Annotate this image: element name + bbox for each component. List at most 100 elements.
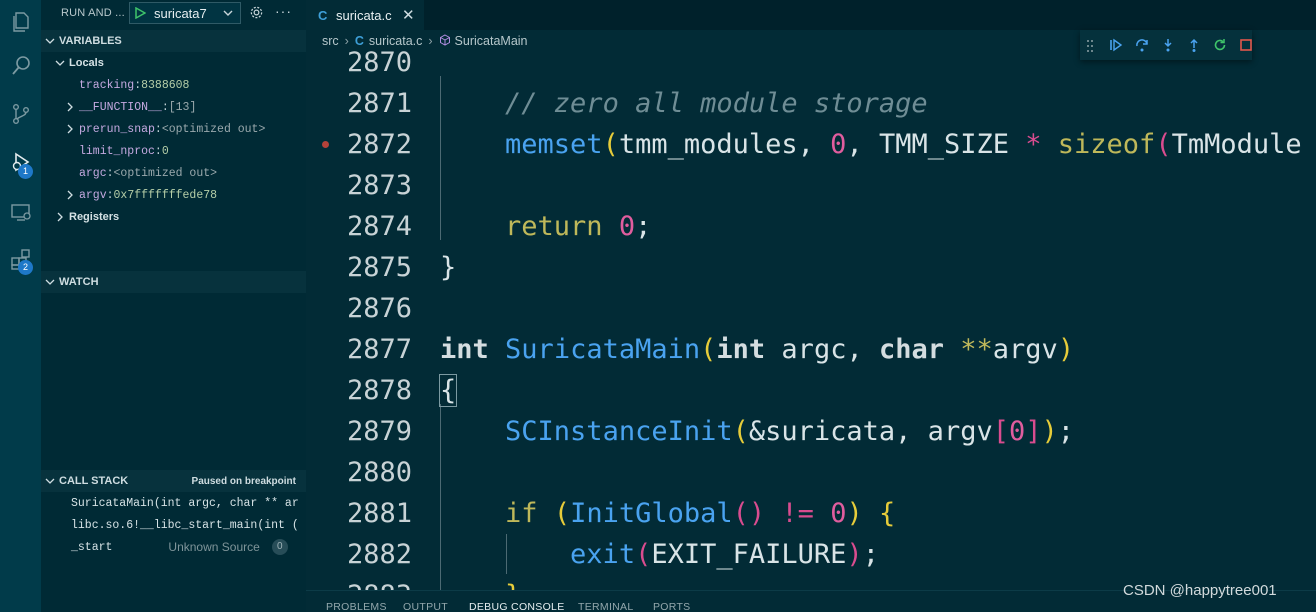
tab-terminal[interactable]: TERMINAL (578, 601, 634, 612)
continue-icon[interactable] (1108, 37, 1124, 53)
extensions-badge: 2 (18, 260, 33, 275)
line-number: 2874 (346, 211, 412, 242)
code-line: 2881 if (InitGlobal() != 0) { (306, 493, 1316, 534)
variable-value: <optimized out> (161, 122, 266, 136)
activity-bar: 1 2 (0, 0, 41, 612)
chevron-right-icon (65, 190, 75, 200)
editor-area: C suricata.c ✕ src › C suricata.c › Suri… (306, 0, 1316, 612)
debug-status: Paused on breakpoint (191, 475, 296, 487)
line-number: 2878 (346, 375, 412, 406)
tab-label: suricata.c (336, 7, 392, 23)
watermark: CSDN @happytree001 (1123, 582, 1277, 599)
variable-value: 0 (161, 144, 169, 158)
gear-icon[interactable] (249, 5, 264, 23)
extensions-icon[interactable] (0, 238, 41, 282)
editor-tab-bar: C suricata.c ✕ (306, 0, 1316, 30)
line-number: 2879 (346, 416, 412, 447)
variable-row[interactable]: argv: 0x7fffffffede78 (41, 184, 306, 206)
chevron-right-icon (55, 212, 65, 222)
explorer-icon[interactable] (0, 0, 41, 44)
stack-frame-source: Unknown Source (168, 540, 260, 554)
launch-config-select[interactable]: suricata7 (129, 2, 241, 24)
line-number: 2876 (346, 293, 412, 324)
locals-label: Locals (69, 57, 104, 69)
line-number: 2870 (346, 47, 412, 78)
code-line: 2873 (306, 165, 1316, 206)
watch-header: WATCH (59, 276, 99, 288)
stack-frame-label: libc.so.6!__libc_start_main(int ( (71, 518, 299, 532)
tab-debug-console[interactable]: DEBUG CONSOLE (469, 601, 565, 612)
drag-handle-icon[interactable] (1087, 39, 1093, 57)
variable-value: [13] (168, 100, 197, 114)
code-line: 2875} (306, 247, 1316, 288)
variable-value: <optimized out> (113, 166, 218, 180)
code-line: 2876 (306, 288, 1316, 329)
c-file-icon: C (318, 7, 328, 23)
line-number: 2880 (346, 457, 412, 488)
variable-name: argv (79, 188, 107, 202)
code-line: 2880 (306, 452, 1316, 493)
watch-section-header[interactable]: WATCH (41, 271, 306, 293)
call-stack-section-header[interactable]: CALL STACK Paused on breakpoint (41, 470, 306, 492)
variable-row[interactable]: prerun_snap: <optimized out> (41, 118, 306, 140)
registers-label: Registers (69, 211, 120, 223)
close-icon[interactable]: ✕ (402, 6, 415, 24)
stack-frame[interactable]: libc.so.6!__libc_start_main(int ( (41, 514, 306, 536)
sidebar-header: RUN AND ... suricata7 ··· (41, 0, 306, 28)
tab-problems[interactable]: PROBLEMS (326, 601, 387, 612)
launch-config-name: suricata7 (154, 5, 207, 21)
source-control-icon[interactable] (0, 92, 41, 136)
stack-frame[interactable]: SuricataMain(int argc, char ** ar (41, 492, 306, 514)
variables-header: VARIABLES (59, 35, 122, 47)
variable-name: tracking (79, 78, 135, 92)
line-number: 2871 (346, 88, 412, 119)
variables-section-header[interactable]: VARIABLES (41, 30, 306, 52)
registers-scope[interactable]: Registers (41, 206, 306, 228)
line-number: 2877 (346, 334, 412, 365)
variable-row[interactable]: argc: <optimized out> (41, 162, 306, 184)
variable-row[interactable]: limit_nproc: 0 (41, 140, 306, 162)
code-line: 2872 memset(tmm_modules, 0, TMM_SIZE * s… (306, 124, 1316, 165)
chevron-down-icon (222, 7, 234, 22)
restart-icon[interactable] (1212, 37, 1228, 53)
line-number: 2873 (346, 170, 412, 201)
tab-suricata-c[interactable]: C suricata.c ✕ (306, 0, 424, 30)
tab-ports[interactable]: PORTS (653, 601, 690, 612)
line-number: 2872 (346, 129, 412, 160)
start-debugging-icon[interactable] (130, 3, 150, 23)
chevron-down-icon (41, 476, 59, 486)
stack-frame-label: _start (71, 540, 113, 554)
run-debug-sidebar: RUN AND ... suricata7 ··· VARIABLES Loca… (41, 0, 306, 612)
stack-frame-label: SuricataMain(int argc, char ** ar (71, 496, 299, 510)
line-number: 2883 (306, 575, 412, 590)
code-line: 2882 exit(EXIT_FAILURE); (306, 534, 1316, 575)
tab-output[interactable]: OUTPUT (403, 601, 448, 612)
code-line: 2871 // zero all module storage (306, 83, 1316, 124)
code-line: 2879 SCInstanceInit(&suricata, argv[0]); (306, 411, 1316, 452)
step-over-icon[interactable] (1134, 37, 1150, 53)
code-line: 2874 return 0; (306, 206, 1316, 247)
step-out-icon[interactable] (1186, 37, 1202, 53)
run-debug-badge: 1 (18, 164, 33, 179)
variable-value: 0x7fffffffede78 (113, 188, 218, 202)
search-icon[interactable] (0, 44, 41, 88)
variable-name: limit_nproc (79, 144, 155, 158)
locals-scope[interactable]: Locals (41, 52, 306, 74)
stop-icon[interactable] (1238, 37, 1254, 53)
line-number: 2881 (346, 498, 412, 529)
call-stack-header: CALL STACK (59, 475, 129, 487)
variable-name: prerun_snap (79, 122, 155, 136)
chevron-right-icon (65, 102, 75, 112)
variable-row[interactable]: __FUNCTION__: [13] (41, 96, 306, 118)
variable-value: 8388608 (141, 78, 190, 92)
chevron-right-icon (65, 124, 75, 134)
remote-explorer-icon[interactable] (0, 190, 41, 234)
code-editor[interactable]: 2870 2871 // zero all module storage 287… (306, 42, 1316, 590)
more-actions-icon[interactable]: ··· (275, 3, 292, 19)
variable-name: __FUNCTION__ (79, 100, 162, 114)
stack-frame-badge: 0 (271, 539, 288, 555)
stack-frame[interactable]: _start Unknown Source 0 (41, 536, 306, 558)
variable-row[interactable]: tracking: 8388608 (41, 74, 306, 96)
sidebar-title: RUN AND ... (61, 7, 125, 19)
step-into-icon[interactable] (1160, 37, 1176, 53)
